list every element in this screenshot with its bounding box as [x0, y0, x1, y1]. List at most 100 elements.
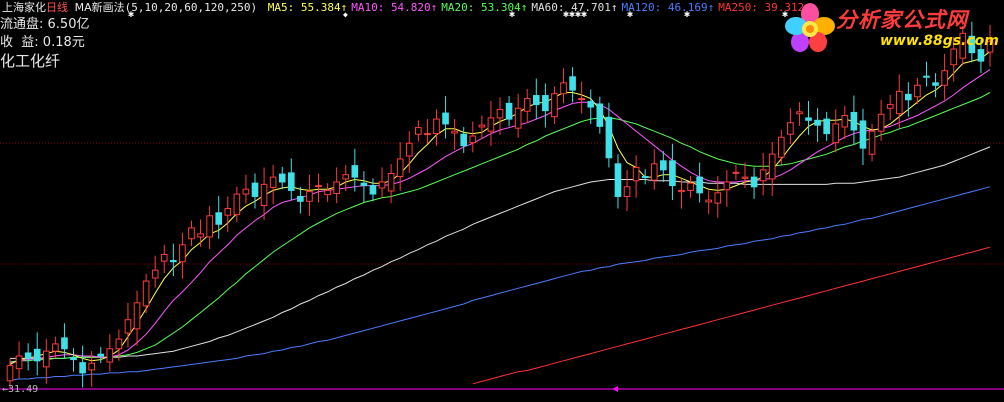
candle-up: [478, 124, 486, 128]
candle-down: [251, 182, 259, 197]
cursor-marker[interactable]: [612, 386, 618, 392]
ma-legend-item: MA120: 46.169↑: [621, 1, 715, 14]
flower-logo-icon: [785, 3, 835, 52]
ma120-line: [9, 186, 991, 381]
candle-down: [750, 176, 758, 188]
candle-down: [505, 102, 513, 120]
candle-up: [433, 118, 440, 135]
candle-up: [6, 365, 14, 382]
candle-down: [369, 185, 377, 195]
candle-up: [269, 176, 277, 188]
candle-up: [496, 108, 504, 119]
candle-up: [115, 338, 123, 350]
candle-up: [914, 84, 921, 98]
candle-down: [587, 101, 595, 108]
candle-down: [360, 182, 368, 187]
candle-up: [678, 189, 685, 193]
candle-up: [42, 350, 50, 368]
candle-down: [278, 173, 286, 183]
candle-up: [88, 362, 95, 371]
candle-up: [124, 319, 132, 334]
candle-up: [759, 169, 767, 182]
candles: [6, 21, 994, 389]
candle-up: [832, 123, 840, 144]
candle-down: [814, 119, 821, 126]
candle-up: [306, 191, 313, 202]
candle-up: [560, 82, 567, 95]
candle-up: [732, 171, 740, 174]
candle-up: [741, 176, 749, 179]
indicator-params: (5,10,20,60,120,250): [124, 1, 258, 14]
candle-up: [378, 181, 386, 189]
site-logo: 分析家公式网 www.88gs.com: [784, 2, 1000, 54]
candle-down: [460, 133, 468, 147]
candle-up: [623, 186, 631, 197]
ma60-line: [10, 146, 991, 359]
candle-up: [415, 127, 422, 135]
candle-down: [569, 76, 576, 91]
candle-down: [696, 176, 703, 194]
candle-up: [160, 253, 168, 262]
candle-up: [133, 302, 141, 330]
candle-up: [868, 130, 876, 155]
candle-down: [61, 337, 68, 350]
candle-up: [469, 135, 477, 144]
candle-up: [877, 113, 885, 132]
candle-up: [687, 182, 694, 191]
candle-up: [714, 192, 722, 204]
candle-down: [859, 120, 867, 149]
candle-down: [905, 93, 912, 101]
candle-up: [841, 114, 849, 128]
earnings: 收 益: 0.18元: [0, 31, 85, 50]
candle-down: [932, 82, 939, 86]
candle-down: [669, 160, 676, 187]
candle-up: [632, 166, 640, 182]
candle-down: [287, 172, 295, 191]
candle-up: [886, 104, 894, 109]
candle-up: [578, 98, 585, 101]
candle-down: [823, 118, 830, 135]
candle-up: [342, 174, 350, 180]
marker-star: ✱: [684, 9, 691, 20]
candle-up: [396, 158, 404, 178]
candle-down: [660, 160, 667, 171]
candle-up: [650, 163, 658, 181]
candle-down: [351, 165, 359, 178]
candle-up: [523, 98, 531, 112]
marker-star: ✱✱✱✱: [563, 9, 588, 20]
candle-up: [551, 93, 558, 118]
candle-up: [387, 172, 395, 192]
candle-up: [106, 348, 114, 363]
candle-down: [532, 95, 540, 106]
eps-value: 0.18元: [42, 35, 85, 50]
candle-down: [641, 176, 649, 179]
candle-down: [605, 116, 613, 159]
candle-down: [33, 348, 41, 362]
candle-up: [895, 90, 903, 115]
float-label: 流通盘:: [0, 17, 44, 32]
low-price-label: ←31.49: [2, 384, 39, 395]
candle-up: [941, 70, 948, 86]
candle-down: [596, 103, 604, 127]
marker-diamond: ◆: [343, 10, 348, 19]
ma-legend-item: MA5: 55.384↑: [267, 1, 348, 14]
candle-down: [923, 75, 930, 78]
candle-up: [142, 280, 150, 307]
marker-star: ✱: [627, 9, 634, 20]
candle-up: [260, 183, 268, 207]
float-shares: 流通盘: 6.50亿: [0, 13, 89, 32]
ma250-line: [472, 246, 991, 385]
candle-up: [514, 107, 522, 129]
candle-up: [768, 153, 776, 180]
candle-up: [324, 189, 331, 196]
eps-label: 收 益:: [0, 35, 39, 50]
candle-up: [188, 227, 195, 240]
candle-up: [777, 136, 785, 158]
candle-up: [197, 233, 204, 238]
candle-down: [297, 195, 304, 202]
candle-down: [542, 95, 549, 112]
candle-up: [242, 188, 250, 195]
candle-down: [24, 352, 32, 359]
candle-up: [151, 269, 159, 279]
candle-up: [723, 181, 731, 191]
